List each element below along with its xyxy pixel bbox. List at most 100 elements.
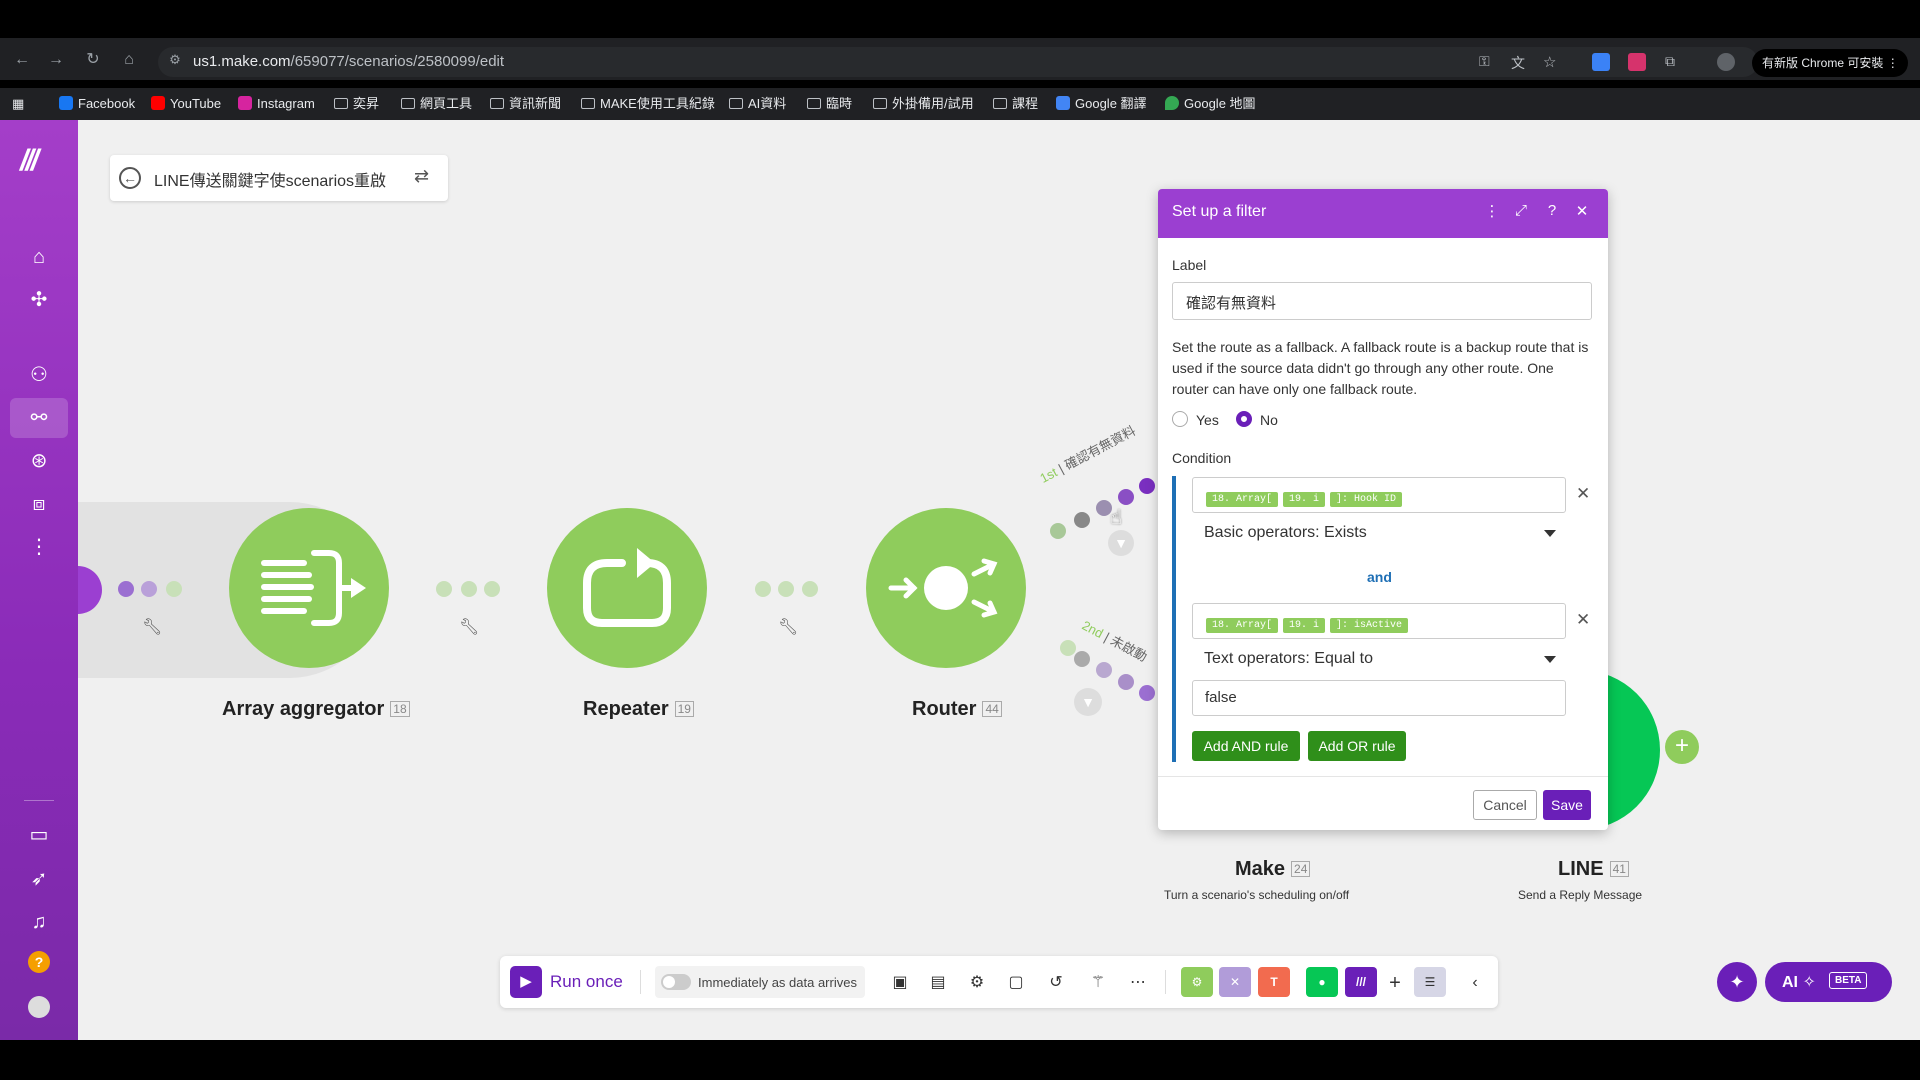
- filter-icon[interactable]: ▼: [1074, 688, 1102, 716]
- close-icon[interactable]: ✕: [1573, 202, 1591, 220]
- team-icon[interactable]: ⚇: [24, 360, 54, 390]
- star-icon[interactable]: ☆: [1543, 53, 1561, 71]
- chevron-down-icon[interactable]: [1544, 530, 1556, 537]
- module-array-aggregator[interactable]: [229, 508, 389, 668]
- play-icon[interactable]: ▶: [510, 966, 542, 998]
- site-info-icon[interactable]: ⚙: [166, 51, 184, 69]
- chevron-down-icon[interactable]: [1544, 656, 1556, 663]
- wrench-icon[interactable]: 🔧︎: [142, 617, 162, 637]
- extension-red-icon[interactable]: [1628, 53, 1646, 71]
- make-logo[interactable]: ///: [20, 144, 39, 178]
- line-app-icon[interactable]: ●: [1306, 967, 1338, 997]
- connector-dot: [436, 581, 452, 597]
- url-text[interactable]: us1.make.com/659077/scenarios/2580099/ed…: [193, 53, 504, 70]
- bookmark-instagram[interactable]: Instagram: [238, 93, 315, 115]
- connector-dot: [1074, 512, 1090, 528]
- more-icon[interactable]: ⋮: [24, 532, 54, 562]
- key-icon[interactable]: ⚿: [1479, 53, 1497, 71]
- chevron-left-icon[interactable]: ‹: [1464, 972, 1486, 994]
- run-once-button[interactable]: Run once: [550, 972, 623, 992]
- bell-icon[interactable]: ♫: [24, 907, 54, 937]
- home-icon[interactable]: ⌂: [120, 51, 138, 69]
- filter-icon[interactable]: ▼: [1108, 530, 1134, 556]
- cancel-button[interactable]: Cancel: [1473, 790, 1537, 820]
- rule2-operator-select[interactable]: Text operators: Equal to: [1204, 650, 1373, 668]
- bookmark-folder-4[interactable]: MAKE使用工具紀錄: [581, 93, 715, 115]
- bookmark-folder-3[interactable]: 資訊新聞: [490, 93, 561, 115]
- bookmark-google-translate[interactable]: Google 翻譯: [1056, 93, 1147, 115]
- translate-icon[interactable]: 文: [1511, 53, 1529, 71]
- apps-icon[interactable]: ▦: [12, 93, 24, 115]
- bookmark-google-maps[interactable]: Google 地圖: [1165, 93, 1256, 115]
- variable-chip[interactable]: 19. i: [1283, 618, 1326, 633]
- variable-chip[interactable]: 18. Array[: [1206, 492, 1279, 507]
- variable-chip[interactable]: ]: Hook ID: [1330, 492, 1403, 507]
- chrome-update-button[interactable]: 有新版 Chrome 可安裝 ⋮: [1752, 49, 1908, 77]
- module-description: Send a Reply Message: [1518, 888, 1643, 902]
- schedule-label: Immediately as data arrives: [698, 975, 857, 990]
- remove-rule-icon[interactable]: ✕: [1576, 484, 1590, 504]
- bookmark-youtube[interactable]: YouTube: [151, 93, 221, 115]
- variable-chip[interactable]: ]: isActive: [1330, 618, 1409, 633]
- bookmark-folder-7[interactable]: 外掛備用/試用: [873, 93, 974, 115]
- bookmark-folder-8[interactable]: 課程: [993, 93, 1038, 115]
- connections-icon[interactable]: ⊛: [24, 446, 54, 476]
- fallback-no-radio[interactable]: [1236, 411, 1252, 427]
- add-icon[interactable]: +: [1384, 972, 1406, 994]
- back-arrow-icon[interactable]: ←: [119, 167, 141, 189]
- variable-chip[interactable]: 19. i: [1283, 492, 1326, 507]
- bookmark-facebook[interactable]: Facebook: [59, 93, 135, 115]
- magic-wand-icon[interactable]: ⚚: [1087, 972, 1109, 994]
- note-icon[interactable]: ▢: [1005, 972, 1027, 994]
- fallback-yes-radio[interactable]: [1172, 411, 1188, 427]
- reload-icon[interactable]: ↻: [84, 51, 102, 69]
- extension-s-icon[interactable]: [1592, 53, 1610, 71]
- scenario-name[interactable]: LINE傳送關鍵字使scenarios重啟: [154, 167, 386, 191]
- forward-icon[interactable]: →: [47, 51, 65, 69]
- remove-rule-icon[interactable]: ✕: [1576, 610, 1590, 630]
- save-icon[interactable]: ▣: [889, 972, 911, 994]
- user-avatar[interactable]: [28, 996, 50, 1018]
- add-and-rule-button[interactable]: Add AND rule: [1192, 731, 1300, 761]
- wrench-icon[interactable]: 🔧︎: [459, 617, 479, 637]
- back-icon[interactable]: ←: [13, 51, 31, 69]
- add-or-rule-button[interactable]: Add OR rule: [1308, 731, 1406, 761]
- help-icon[interactable]: ?: [1543, 202, 1561, 219]
- help-icon[interactable]: ?: [28, 951, 50, 973]
- lightbulb-icon[interactable]: ✦: [1717, 962, 1757, 1002]
- more-icon[interactable]: ⋯: [1127, 972, 1149, 994]
- save-button[interactable]: Save: [1543, 790, 1591, 820]
- home-icon[interactable]: ⌂: [24, 242, 54, 272]
- profile-avatar[interactable]: [1717, 53, 1735, 71]
- wrench-icon[interactable]: 🔧︎: [778, 617, 798, 637]
- make-app-icon[interactable]: ///: [1345, 967, 1377, 997]
- puzzle-icon[interactable]: ⧉: [1665, 53, 1683, 71]
- flow-control-icon[interactable]: ✕: [1219, 967, 1251, 997]
- tools-icon[interactable]: ⚙: [1181, 967, 1213, 997]
- module-repeater[interactable]: [547, 508, 707, 668]
- expand-icon[interactable]: ⤢: [1512, 202, 1530, 219]
- org-icon[interactable]: ✣: [24, 285, 54, 315]
- bookmark-folder-2[interactable]: 網頁工具: [401, 93, 472, 115]
- checklist-icon[interactable]: ☰: [1414, 967, 1446, 997]
- text-parser-icon[interactable]: T: [1258, 967, 1290, 997]
- rule1-operator-select[interactable]: Basic operators: Exists: [1204, 524, 1367, 542]
- data-structure-icon[interactable]: ▤: [927, 972, 949, 994]
- bookmark-folder-6[interactable]: 臨時: [807, 93, 852, 115]
- gear-icon[interactable]: ⚙: [966, 972, 988, 994]
- connector-dot: [1118, 674, 1134, 690]
- connector-dot: [1050, 523, 1066, 539]
- undo-icon[interactable]: ↺: [1045, 972, 1067, 994]
- add-module-icon[interactable]: +: [1665, 730, 1699, 764]
- rule2-value-input[interactable]: [1192, 680, 1566, 716]
- module-router[interactable]: [866, 508, 1026, 668]
- docs-icon[interactable]: ▭: [24, 820, 54, 850]
- variable-chip[interactable]: 18. Array[: [1206, 618, 1279, 633]
- templates-icon[interactable]: ⧈: [24, 489, 54, 519]
- kebab-icon[interactable]: ⋮: [1483, 202, 1501, 220]
- rocket-icon[interactable]: ➶: [24, 864, 54, 894]
- tune-icon[interactable]: ⇄: [414, 166, 429, 187]
- scenarios-icon[interactable]: ⚯: [24, 403, 54, 433]
- bookmark-folder-1[interactable]: 奕昇: [334, 93, 379, 115]
- bookmark-folder-5[interactable]: AI資料: [729, 93, 786, 115]
